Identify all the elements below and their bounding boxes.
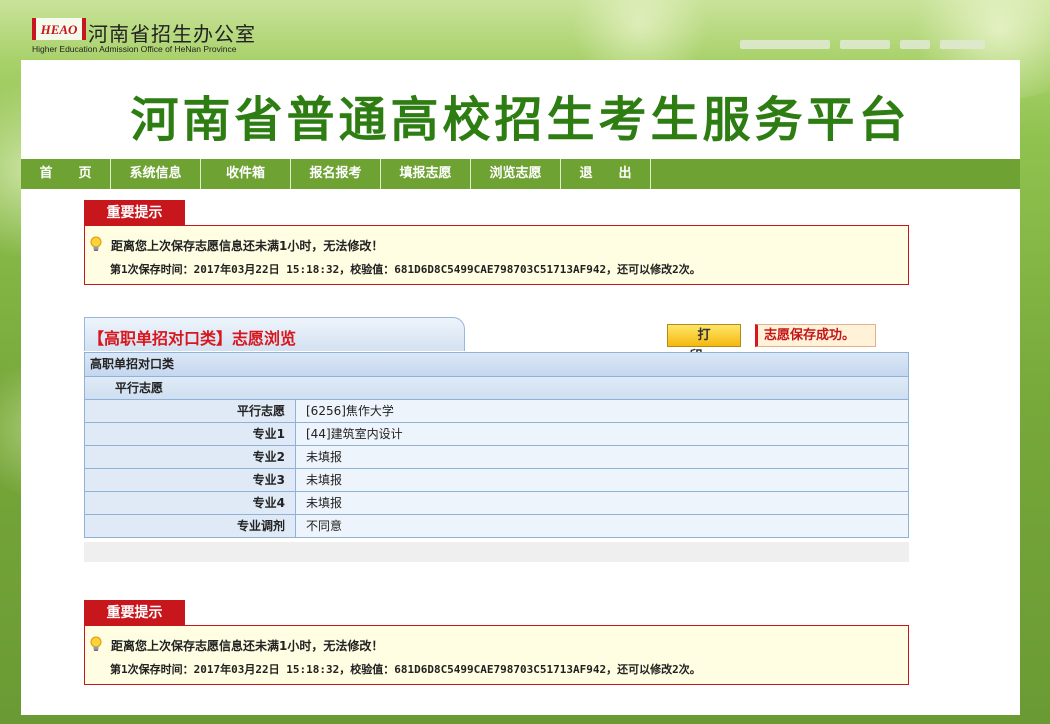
row-value: [44]建筑室内设计 [296,423,908,445]
row-label: 专业4 [85,492,296,514]
nav-system-info[interactable]: 系统信息 [111,159,201,189]
nav-fill-preferences[interactable]: 填报志愿 [381,159,471,189]
lightbulb-icon [90,636,102,651]
heao-logo-icon: HEAO [32,18,86,40]
row-label: 专业2 [85,446,296,468]
notice-save-info: 第1次保存时间：2017年03月22日 15:18:32，校验值：681D6D8… [110,663,701,676]
section-header: 【高职单招对口类】志愿浏览 [84,317,465,351]
table-footer [84,542,909,562]
blurred-user-info [940,40,985,49]
save-success-message: 志愿保存成功。 [755,324,876,347]
notice-message: 距离您上次保存志愿信息还未满1小时，无法修改！ [111,639,384,653]
main-panel: 河南省普通高校招生考生服务平台 首 页 系统信息 收件箱 报名报考 填报志愿 浏… [21,60,1020,715]
print-button[interactable]: 打印 [667,324,741,364]
platform-banner-title: 河南省普通高校招生考生服务平台 [130,92,911,148]
org-name-en: Higher Education Admission Office of HeN… [32,44,237,54]
row-label: 专业调剂 [85,515,296,537]
blurred-user-info [740,40,830,49]
logo-mark-text: HEAO [40,22,78,37]
table-group: 平行志愿 [85,377,908,400]
table-row: 平行志愿 [6256]焦作大学 [85,400,908,423]
table-row: 专业1 [44]建筑室内设计 [85,423,908,446]
table-row: 专业调剂 不同意 [85,515,908,537]
table-row: 专业2 未填报 [85,446,908,469]
preference-table: 高职单招对口类 平行志愿 平行志愿 [6256]焦作大学 专业1 [44]建筑室… [84,352,909,538]
row-value: 未填报 [296,492,908,514]
top-header: HEAO 河南省招生办公室 Higher Education Admission… [0,0,1050,60]
nav-inbox[interactable]: 收件箱 [201,159,291,189]
lightbulb-icon [90,236,102,251]
table-row: 专业3 未填报 [85,469,908,492]
row-label: 专业1 [85,423,296,445]
row-value: [6256]焦作大学 [296,400,908,422]
notice-save-info: 第1次保存时间：2017年03月22日 15:18:32，校验值：681D6D8… [110,263,701,276]
table-row: 专业4 未填报 [85,492,908,515]
nav-home[interactable]: 首 页 [21,159,111,189]
nav-registration[interactable]: 报名报考 [291,159,381,189]
row-value: 未填报 [296,446,908,468]
section-title: 【高职单招对口类】志愿浏览 [88,329,297,348]
notice-box: 距离您上次保存志愿信息还未满1小时，无法修改！ 第1次保存时间：2017年03月… [84,625,909,685]
org-name-cn: 河南省招生办公室 [88,22,256,46]
nav-browse-preferences[interactable]: 浏览志愿 [471,159,561,189]
row-label: 专业3 [85,469,296,491]
main-nav: 首 页 系统信息 收件箱 报名报考 填报志愿 浏览志愿 退 出 [21,159,1020,189]
row-label: 平行志愿 [85,400,296,422]
notice-message: 距离您上次保存志愿信息还未满1小时，无法修改！ [111,239,384,253]
blurred-user-info [840,40,890,49]
nav-logout[interactable]: 退 出 [561,159,651,189]
blurred-user-info [900,40,930,49]
notice-box: 距离您上次保存志愿信息还未满1小时，无法修改！ 第1次保存时间：2017年03月… [84,225,909,285]
table-category: 高职单招对口类 [85,353,908,377]
notice-tab: 重要提示 [84,600,185,625]
row-value: 未填报 [296,469,908,491]
row-value: 不同意 [296,515,908,537]
notice-tab: 重要提示 [84,200,185,225]
